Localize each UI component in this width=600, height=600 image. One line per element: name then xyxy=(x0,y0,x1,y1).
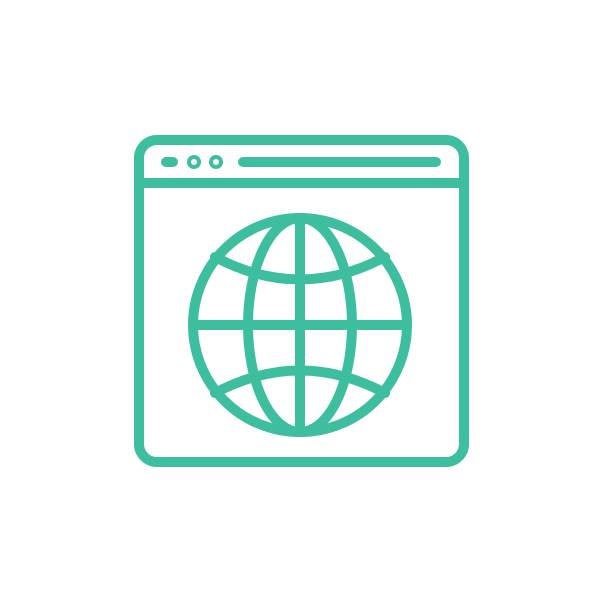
browser-globe-svg xyxy=(134,135,469,467)
window-dot-2 xyxy=(187,155,201,169)
window-dot-3 xyxy=(209,155,223,169)
icon-canvas xyxy=(0,0,600,600)
globe-icon xyxy=(188,213,412,437)
browser-globe-icon xyxy=(0,0,600,600)
